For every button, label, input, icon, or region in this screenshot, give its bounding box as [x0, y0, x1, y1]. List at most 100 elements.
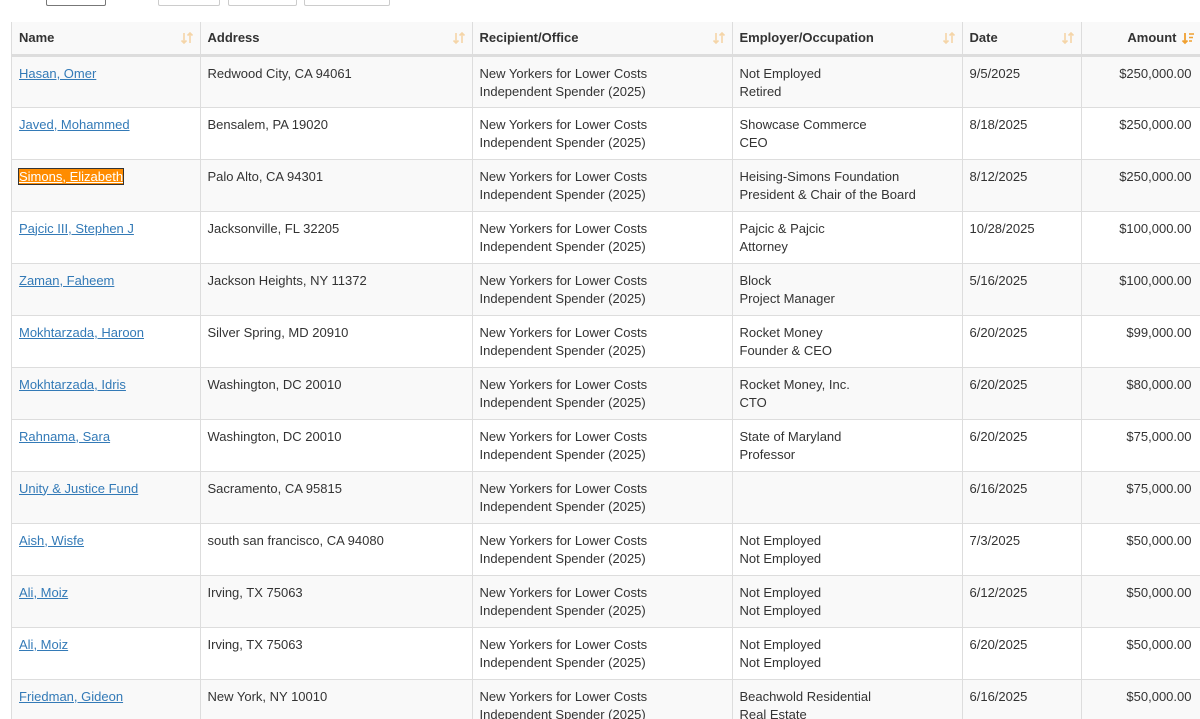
cell-amount: $80,000.00 [1081, 367, 1200, 420]
employer-line: Block [739, 272, 772, 288]
cell-amount: $75,000.00 [1081, 419, 1200, 472]
cell-amount: $250,000.00 [1081, 107, 1200, 160]
sort-icon[interactable] [1061, 31, 1075, 45]
recipient-line: New Yorkers for Lower Costs [479, 376, 648, 392]
employer-line: Not Employed [739, 654, 822, 670]
cell-recipient: New Yorkers for Lower Costs Independent S… [472, 419, 733, 472]
table-row: Ali, Moiz Irving, TX 75063 New Yorkers for… [12, 575, 1200, 628]
sort-icon[interactable] [712, 31, 726, 45]
table-row: Unity & Justice Fund Sacramento, CA 95815… [12, 471, 1200, 524]
column-header-amount[interactable]: Amount [1081, 22, 1200, 57]
employer-line: Not Employed [739, 65, 822, 81]
recipient-line: Independent Spender (2025) [479, 602, 646, 618]
employer-line: Pajcic & Pajcic [739, 220, 825, 236]
recipient-line: New Yorkers for Lower Costs [479, 272, 648, 288]
toolbar-button[interactable] [46, 0, 106, 6]
cell-amount: $50,000.00 [1081, 627, 1200, 680]
cell-date: 7/3/2025 [962, 523, 1082, 576]
cell-recipient: New Yorkers for Lower Costs Independent S… [472, 679, 733, 719]
column-header-label: Name [19, 30, 55, 46]
cell-amount: $75,000.00 [1081, 471, 1200, 524]
column-header-employer[interactable]: Employer/Occupation [732, 22, 963, 57]
cell-date: 8/12/2025 [962, 159, 1082, 212]
employer-line: Not Employed [739, 602, 822, 618]
recipient-line: Independent Spender (2025) [479, 290, 646, 306]
sort-icon[interactable] [942, 31, 956, 45]
cell-recipient: New Yorkers for Lower Costs Independent S… [472, 315, 733, 368]
cell-employer: Not Employed Retired [732, 55, 963, 108]
table-row: Zaman, Faheem Jackson Heights, NY 11372 Ne… [12, 263, 1200, 316]
toolbar-button[interactable] [158, 0, 220, 6]
cell-amount: $250,000.00 [1081, 159, 1200, 212]
sort-icon[interactable] [452, 31, 466, 45]
contributor-name-link[interactable]: Mokhtarzada, Haroon [19, 325, 144, 340]
recipient-line: Independent Spender (2025) [479, 394, 646, 410]
contributions-table: Name Address Recipient/Office Employer/O… [12, 22, 1200, 719]
cell-name: Pajcic III, Stephen J [12, 211, 201, 264]
cell-address: Washington, DC 20010 [200, 367, 473, 420]
cell-recipient: New Yorkers for Lower Costs Independent S… [472, 575, 733, 628]
cell-employer: Pajcic & Pajcic Attorney [732, 211, 963, 264]
table-row: Ali, Moiz Irving, TX 75063 New Yorkers for… [12, 627, 1200, 680]
recipient-line: New Yorkers for Lower Costs [479, 480, 648, 496]
table-row: Rahnama, Sara Washington, DC 20010 New Yor… [12, 419, 1200, 472]
cell-name: Aish, Wisfe [12, 523, 201, 576]
cell-address: Bensalem, PA 19020 [200, 107, 473, 160]
employer-line: CEO [739, 134, 768, 150]
contributor-name-link[interactable]: Friedman, Gideon [19, 689, 123, 704]
toolbar-button[interactable] [228, 0, 297, 6]
contributor-name-link[interactable]: Ali, Moiz [19, 637, 68, 652]
contributor-name-link[interactable]: Aish, Wisfe [19, 533, 84, 548]
cell-address: south san francisco, CA 94080 [200, 523, 473, 576]
column-header-recipient[interactable]: Recipient/Office [472, 22, 733, 57]
contributor-name-link[interactable]: Unity & Justice Fund [19, 481, 138, 496]
cell-recipient: New Yorkers for Lower Costs Independent S… [472, 263, 733, 316]
cell-name: Ali, Moiz [12, 575, 201, 628]
contributor-name-link[interactable]: Hasan, Omer [19, 66, 96, 81]
sort-icon[interactable] [180, 31, 194, 45]
recipient-line: Independent Spender (2025) [479, 134, 646, 150]
contributor-name-link[interactable]: Mokhtarzada, Idris [19, 377, 126, 392]
cell-date: 6/12/2025 [962, 575, 1082, 628]
contributor-name-link[interactable]: Zaman, Faheem [19, 273, 114, 288]
cell-date: 8/18/2025 [962, 107, 1082, 160]
recipient-line: Independent Spender (2025) [479, 238, 646, 254]
contributor-name-link[interactable]: Ali, Moiz [19, 585, 68, 600]
recipient-line: New Yorkers for Lower Costs [479, 532, 648, 548]
cell-recipient: New Yorkers for Lower Costs Independent S… [472, 367, 733, 420]
column-header-date[interactable]: Date [962, 22, 1082, 57]
column-header-label: Date [969, 30, 998, 46]
table-row: Aish, Wisfe south san francisco, CA 94080… [12, 523, 1200, 576]
table-row: Friedman, Gideon New York, NY 10010 New Yo… [12, 679, 1200, 719]
cell-recipient: New Yorkers for Lower Costs Independent S… [472, 55, 733, 108]
cell-address: Irving, TX 75063 [200, 575, 473, 628]
cell-name: Zaman, Faheem [12, 263, 201, 316]
recipient-line: New Yorkers for Lower Costs [479, 116, 648, 132]
column-header-name[interactable]: Name [12, 22, 201, 57]
contributor-name-link[interactable]: Javed, Mohammed [19, 117, 130, 132]
cell-employer: Rocket Money, Inc. CTO [732, 367, 963, 420]
employer-line: Professor [739, 446, 796, 462]
cell-address: Palo Alto, CA 94301 [200, 159, 473, 212]
contributor-name-link[interactable]: Simons, Elizabeth [17, 167, 125, 185]
column-header-label: Recipient/Office [479, 30, 579, 46]
cell-name: Mokhtarzada, Haroon [12, 315, 201, 368]
cell-employer: State of Maryland Professor [732, 419, 963, 472]
recipient-line: New Yorkers for Lower Costs [479, 65, 648, 81]
recipient-line: New Yorkers for Lower Costs [479, 168, 648, 184]
employer-line: Real Estate [739, 706, 807, 719]
employer-line: Not Employed [739, 550, 822, 566]
employer-line: CTO [739, 394, 767, 410]
cell-address: Irving, TX 75063 [200, 627, 473, 680]
employer-line: Beachwold Residential [739, 688, 872, 704]
contributor-name-link[interactable]: Pajcic III, Stephen J [19, 221, 134, 236]
cell-date: 6/16/2025 [962, 471, 1082, 524]
cell-name: Friedman, Gideon [12, 679, 201, 719]
toolbar-button[interactable] [304, 0, 390, 6]
contributor-name-link[interactable]: Rahnama, Sara [19, 429, 110, 444]
sort-descending-icon[interactable] [1181, 31, 1195, 45]
recipient-line: Independent Spender (2025) [479, 550, 646, 566]
column-header-label: Employer/Occupation [739, 30, 874, 46]
table-row: Mokhtarzada, Idris Washington, DC 20010 Ne… [12, 367, 1200, 420]
column-header-address[interactable]: Address [200, 22, 473, 57]
